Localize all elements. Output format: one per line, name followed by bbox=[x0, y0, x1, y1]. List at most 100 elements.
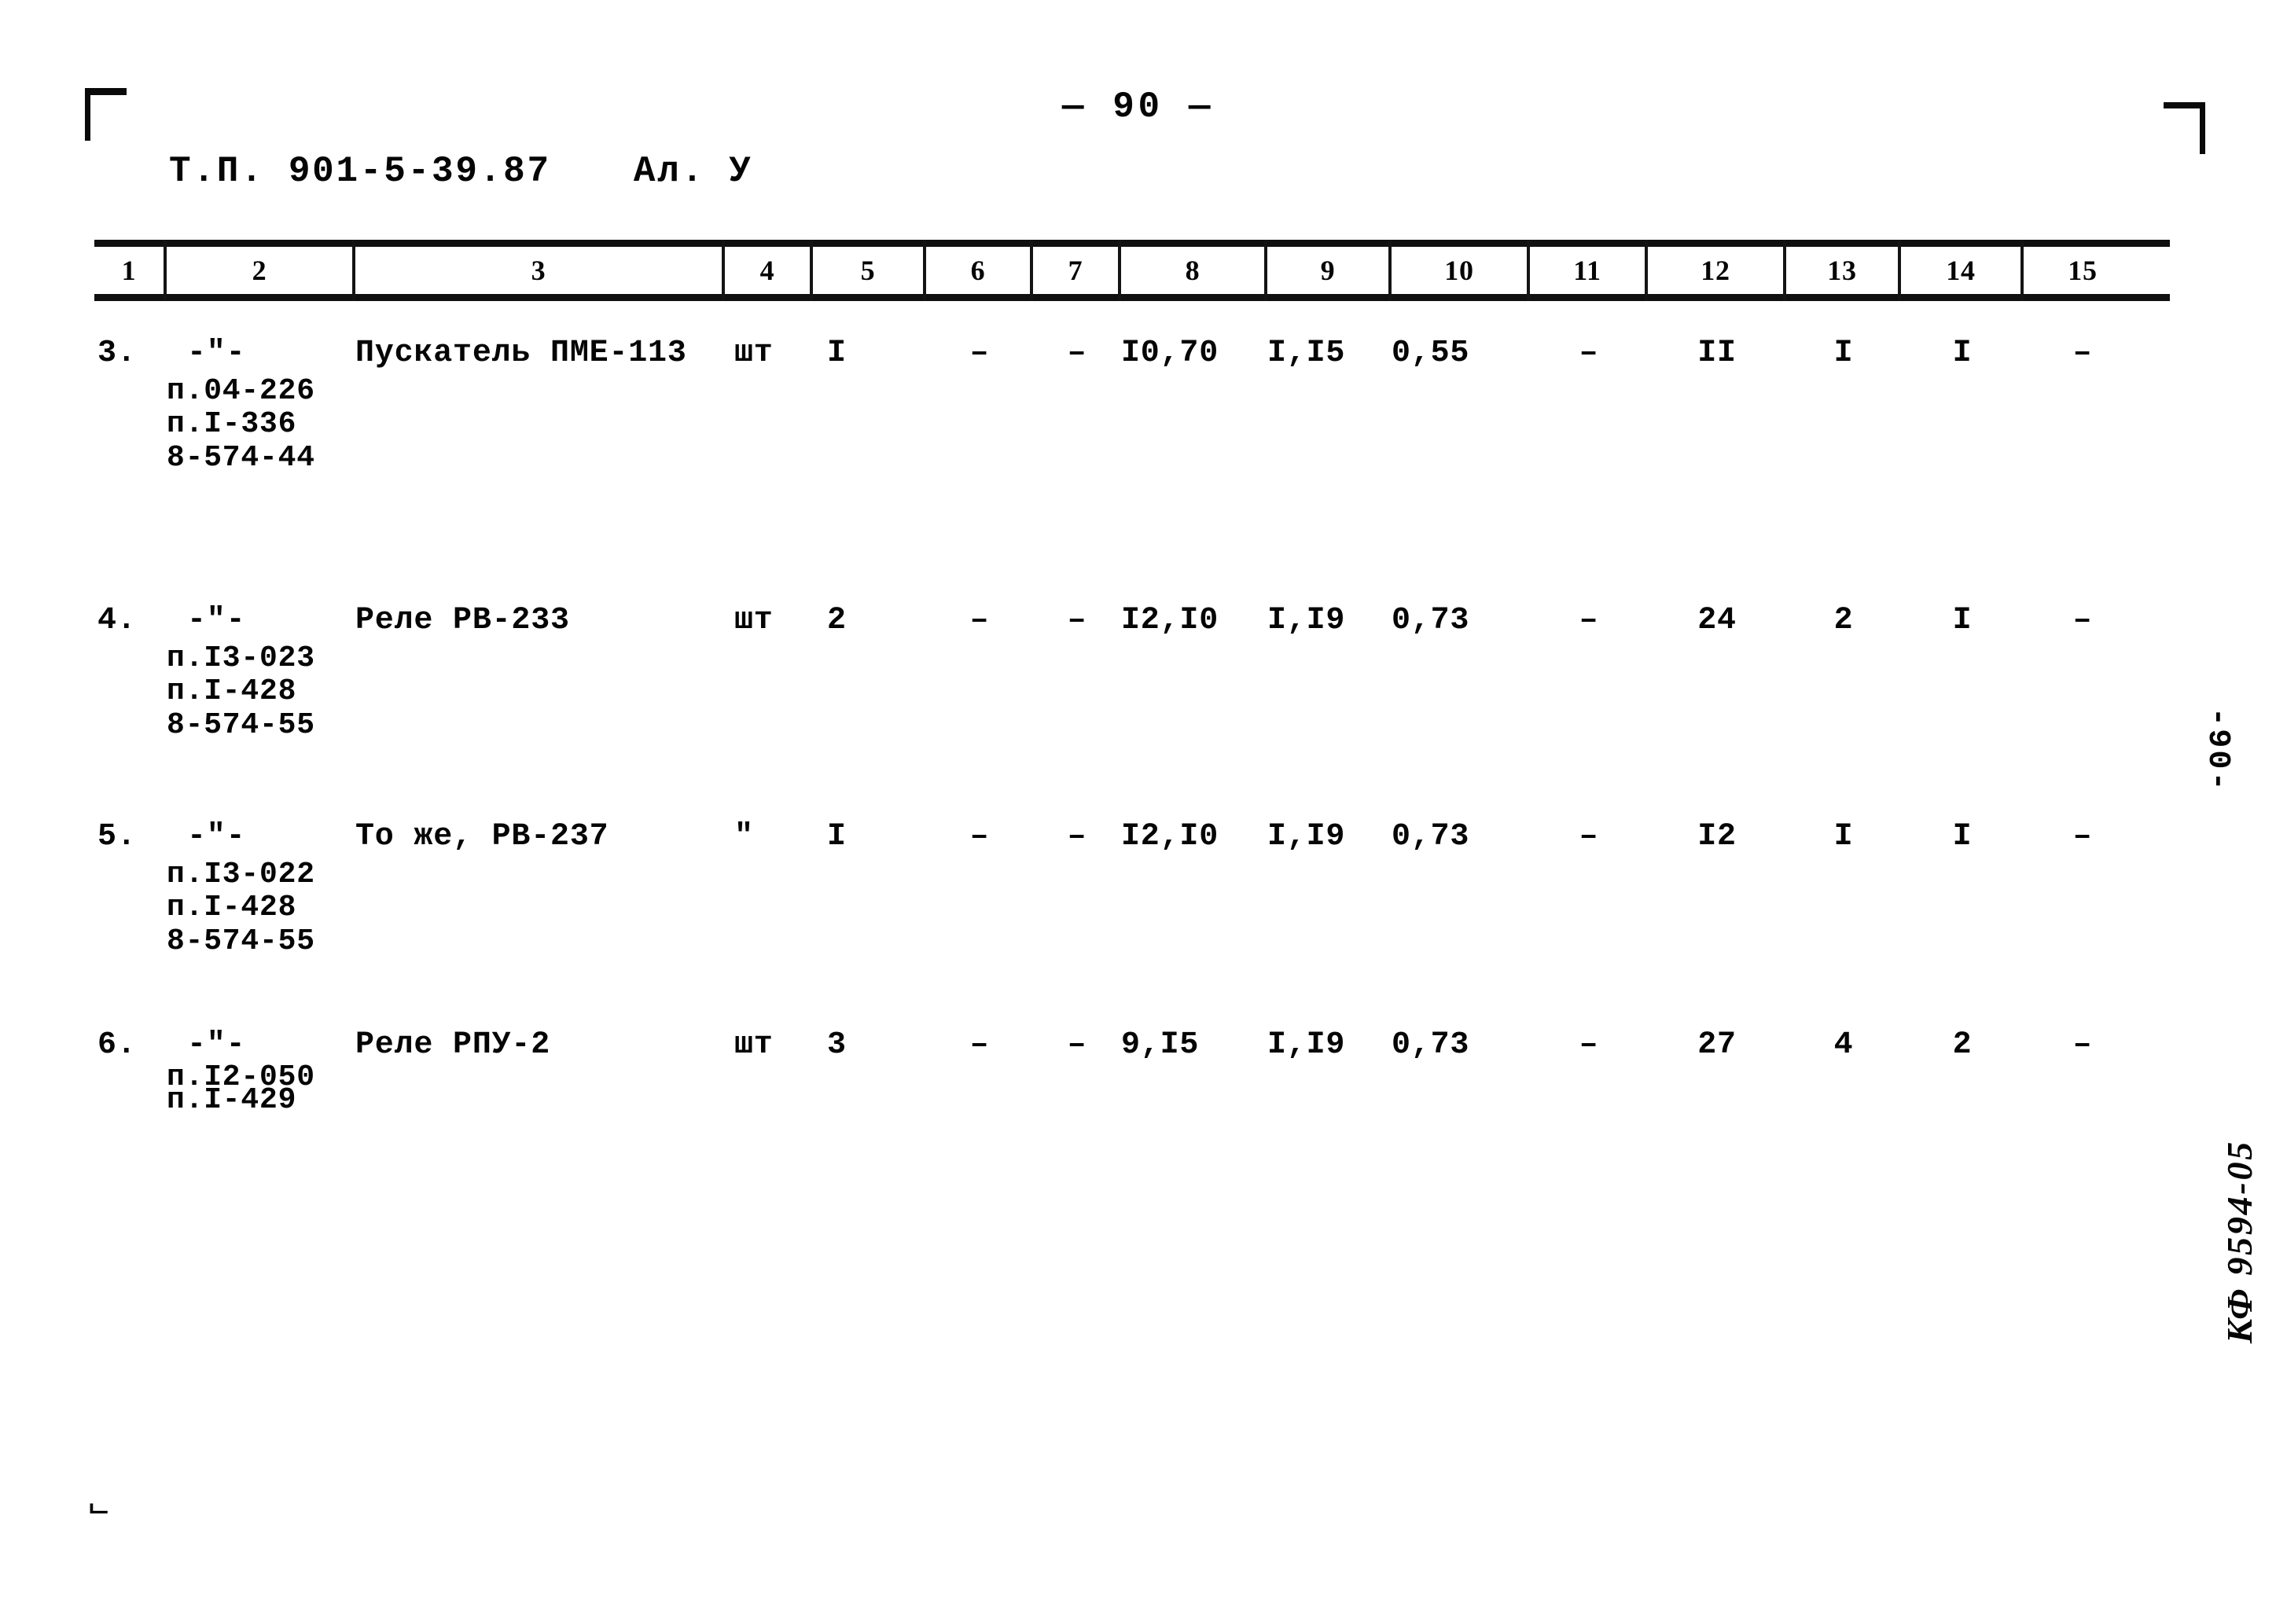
column-header-7: 7 bbox=[1033, 240, 1121, 301]
reference-code-list: п.04-226 п.I-336 8-574-44 bbox=[167, 373, 355, 476]
column-14-value: I bbox=[1952, 336, 1973, 371]
column-6-value: – bbox=[969, 1027, 990, 1063]
row-number: 4. bbox=[97, 603, 137, 638]
table-row: 5. -"- п.I3-022 п.I-428 8-574-55 То же, РВ-23… bbox=[94, 821, 2142, 958]
column-header-row: 1 2 3 4 5 6 7 8 9 10 11 12 13 14 15 bbox=[94, 240, 2170, 301]
row-number: 3. bbox=[97, 336, 137, 371]
column-9-value: I,I9 bbox=[1267, 603, 1346, 638]
column-7-value: – bbox=[1067, 336, 1087, 371]
column-6-value: – bbox=[969, 819, 990, 854]
table-row: 6. -"- п.I2-050 п.I-429 Реле РПУ-2 шт 3– –9,I5 I… bbox=[94, 1027, 2142, 1117]
reference-codes-cell: -"- п.I3-023 п.I-428 8-574-55 bbox=[167, 603, 355, 743]
column-6-value: – bbox=[969, 603, 990, 638]
column-header-14: 14 bbox=[1901, 240, 2024, 301]
reference-code-list: п.I2-050 п.I-429 bbox=[167, 1062, 355, 1117]
column-header-13: 13 bbox=[1786, 240, 1901, 301]
reference-code: п.I-429 bbox=[167, 1082, 297, 1117]
side-page-number: -90- bbox=[2200, 707, 2235, 793]
column-8-value: I2,I0 bbox=[1121, 603, 1219, 638]
reference-code: 8-574-55 bbox=[167, 707, 315, 742]
column-11-value: – bbox=[1579, 603, 1599, 638]
reference-code: п.I-336 bbox=[167, 407, 297, 442]
column-9-value: I,I9 bbox=[1267, 819, 1346, 854]
column-15-value: – bbox=[2072, 819, 2093, 854]
reference-codes-cell: -"- п.04-226 п.I-336 8-574-44 bbox=[167, 336, 355, 476]
reference-code: п.I3-022 bbox=[167, 857, 315, 891]
column-12-value: 27 bbox=[1697, 1027, 1737, 1063]
ditto-mark: -"- bbox=[187, 603, 246, 638]
column-15-value: – bbox=[2072, 1027, 2093, 1063]
quantity: 2 bbox=[827, 603, 847, 638]
column-header-11: 11 bbox=[1530, 240, 1648, 301]
column-13-value: I bbox=[1833, 819, 1854, 854]
column-header-3: 3 bbox=[355, 240, 725, 301]
column-7-value: – bbox=[1067, 603, 1087, 638]
table-row: 3. -"- п.04-226 п.I-336 8-574-44 Пускатель ПМ… bbox=[94, 336, 2142, 476]
item-name: То же, РВ-237 bbox=[355, 819, 609, 854]
reference-code: п.I3-023 bbox=[167, 641, 315, 675]
column-10-value: 0,55 bbox=[1392, 336, 1470, 371]
reference-code: п.04-226 bbox=[167, 373, 315, 408]
column-14-value: 2 bbox=[1952, 1027, 1973, 1063]
column-11-value: – bbox=[1579, 336, 1599, 371]
column-12-value: I2 bbox=[1697, 819, 1737, 854]
ditto-mark: -"- bbox=[187, 1027, 246, 1063]
unit-of-measure: " bbox=[734, 819, 754, 854]
column-11-value: – bbox=[1579, 819, 1599, 854]
column-header-15: 15 bbox=[2068, 255, 2098, 286]
column-15-value: – bbox=[2072, 603, 2093, 638]
column-13-value: I bbox=[1833, 336, 1854, 371]
column-header-2: 2 bbox=[167, 240, 355, 301]
reference-code: 8-574-44 bbox=[167, 440, 315, 475]
bottom-left-mark: ᄂ bbox=[86, 1503, 112, 1533]
column-header-9: 9 bbox=[1267, 240, 1392, 301]
column-14-value: I bbox=[1952, 819, 1973, 854]
column-8-value: I2,I0 bbox=[1121, 819, 1219, 854]
page-number-top: — 90 — bbox=[1061, 86, 1215, 127]
column-7-value: – bbox=[1067, 819, 1087, 854]
column-header-1: 1 bbox=[94, 240, 167, 301]
item-name: Реле РВ-233 bbox=[355, 603, 570, 638]
reference-code: 8-574-55 bbox=[167, 924, 315, 958]
column-9-value: I,I9 bbox=[1267, 1027, 1346, 1063]
reference-codes-cell: -"- п.I3-022 п.I-428 8-574-55 bbox=[167, 821, 355, 958]
column-10-value: 0,73 bbox=[1392, 603, 1470, 638]
column-header-10: 10 bbox=[1392, 240, 1530, 301]
unit-of-measure: шт bbox=[734, 603, 774, 638]
document-code: Т.П. 901-5-39.87 bbox=[169, 151, 551, 192]
reference-code-list: п.I3-023 п.I-428 8-574-55 bbox=[167, 641, 355, 743]
unit-of-measure: шт bbox=[734, 336, 774, 371]
column-13-value: 4 bbox=[1833, 1027, 1854, 1063]
table-row: 4. -"- п.I3-023 п.I-428 8-574-55 Реле РВ-233 ш… bbox=[94, 603, 2142, 743]
quantity: I bbox=[827, 819, 847, 854]
reference-code-list: п.I3-022 п.I-428 8-574-55 bbox=[167, 858, 355, 959]
column-15-value: – bbox=[2072, 336, 2093, 371]
column-header-6: 6 bbox=[926, 240, 1033, 301]
column-header-5: 5 bbox=[813, 240, 926, 301]
unit-of-measure: шт bbox=[734, 1027, 774, 1063]
item-name: Реле РПУ-2 bbox=[355, 1027, 551, 1063]
quantity: I bbox=[827, 336, 847, 371]
row-number: 5. bbox=[97, 819, 137, 854]
row-number: 6. bbox=[97, 1027, 137, 1063]
quantity: 3 bbox=[827, 1027, 847, 1063]
column-10-value: 0,73 bbox=[1392, 819, 1470, 854]
column-11-value: – bbox=[1579, 1027, 1599, 1063]
column-6-value: – bbox=[969, 336, 990, 371]
column-header-8: 8 bbox=[1121, 240, 1267, 301]
column-12-value: II bbox=[1697, 336, 1737, 371]
archive-reference-mark: КФ 9594-05 bbox=[2219, 1140, 2259, 1344]
column-header-4: 4 bbox=[725, 240, 813, 301]
reference-codes-cell: -"- п.I2-050 п.I-429 bbox=[167, 1027, 355, 1117]
document-code-line: Т.П. 901-5-39.87 Ал. У bbox=[169, 151, 753, 192]
column-8-value: I0,70 bbox=[1121, 336, 1219, 371]
column-13-value: 2 bbox=[1833, 603, 1854, 638]
column-8-value: 9,I5 bbox=[1121, 1027, 1200, 1063]
album-label: Ал. У bbox=[633, 151, 753, 192]
reference-code: п.I-428 bbox=[167, 891, 297, 925]
column-7-value: – bbox=[1067, 1027, 1087, 1063]
scanned-document-page: — 90 — Т.П. 901-5-39.87 Ал. У 1 2 3 4 5 6 7 8 9 10… bbox=[0, 0, 2276, 1624]
column-10-value: 0,73 bbox=[1392, 1027, 1470, 1063]
ditto-mark: -"- bbox=[187, 819, 246, 854]
ditto-mark: -"- bbox=[187, 336, 246, 371]
